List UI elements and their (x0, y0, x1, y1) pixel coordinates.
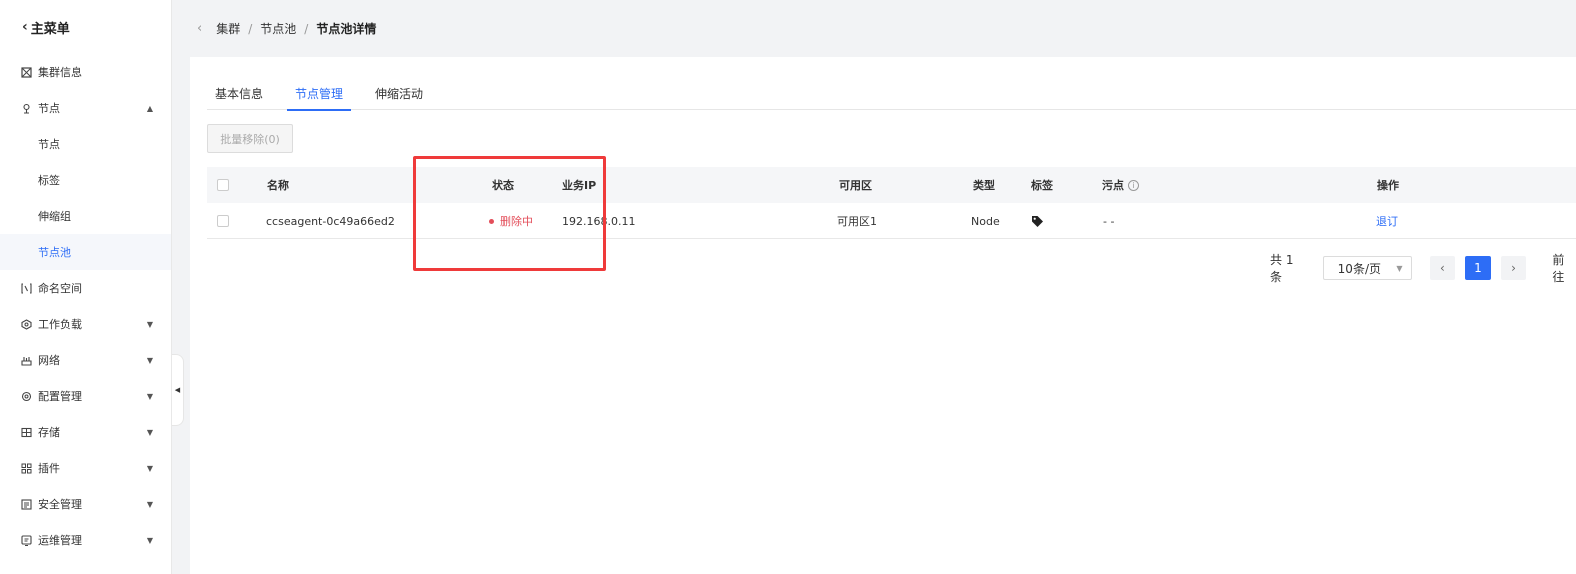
node-taints: - - (1103, 214, 1115, 228)
sidebar-item-label: 网络 (38, 354, 60, 367)
sidebar-subitem-nodes[interactable]: 节点 (0, 126, 171, 162)
unsubscribe-link[interactable]: 退订 (1376, 203, 1398, 239)
node-icon (20, 102, 32, 114)
sidebar-item-label: 安全管理 (38, 498, 82, 511)
row-checkbox[interactable] (217, 215, 229, 227)
chevron-up-icon: ▲ (146, 103, 153, 113)
network-icon (20, 354, 32, 366)
sidebar-item-label: 插件 (38, 462, 60, 475)
tab-scaling-activity[interactable]: 伸缩活动 (367, 79, 431, 110)
sidebar-item-network[interactable]: 网络 ▼ (0, 342, 171, 378)
sidebar-item-label: 工作负载 (38, 318, 82, 331)
security-icon (20, 498, 32, 510)
sidebar-item-label: 命名空间 (38, 282, 82, 295)
back-arrow-icon[interactable]: ‹ (197, 21, 202, 36)
status-dot-icon (489, 218, 494, 224)
chevron-left-icon: ‹ (1439, 261, 1445, 275)
breadcrumb-cluster[interactable]: 集群 (216, 20, 240, 37)
info-icon[interactable]: i (1128, 179, 1139, 191)
status-text: 删除中 (500, 215, 533, 228)
chevron-down-icon: ▼ (146, 427, 153, 437)
chevron-down-icon: ▼ (146, 535, 153, 545)
sidebar: ‹ 主菜单 集群信息 节点 ▲ 节点 标签 伸缩组 节点池 命名空间 工作负载 … (0, 0, 172, 574)
header-zone: 可用区 (839, 179, 872, 192)
main-panel: 基本信息 节点管理 伸缩活动 批量移除(0) 名称 状态 业务IP 可用区 类型… (190, 57, 1576, 574)
sidebar-item-label: 存储 (38, 426, 60, 439)
breadcrumb-node-pool[interactable]: 节点池 (260, 20, 296, 37)
chevron-right-icon: › (1511, 261, 1516, 275)
pagination-total: 共 1 条 (1270, 253, 1294, 284)
tab-node-management[interactable]: 节点管理 (287, 79, 352, 111)
caret-left-icon: ◀ (174, 386, 181, 394)
plugin-icon (20, 462, 32, 474)
main-menu-back[interactable]: ‹ 主菜单 (0, 0, 171, 54)
breadcrumb-separator: / (304, 21, 309, 36)
select-all-checkbox[interactable] (217, 179, 229, 191)
cluster-icon (20, 66, 32, 78)
sidebar-item-cluster-info[interactable]: 集群信息 (0, 54, 171, 90)
table-row: ccseagent-0c49a66ed2 删除中 192.168.0.11 可用… (207, 203, 1576, 239)
breadcrumb: ‹ 集群 / 节点池 / 节点池详情 (173, 0, 1576, 57)
sidebar-item-storage[interactable]: 存储 ▼ (0, 414, 171, 450)
sidebar-subitem-labels[interactable]: 标签 (0, 162, 171, 198)
page-number-button[interactable]: 1 (1465, 256, 1491, 280)
header-taints: 污点 (1102, 179, 1124, 192)
sidebar-item-nodes[interactable]: 节点 ▲ (0, 90, 171, 126)
next-page-button[interactable]: › (1500, 256, 1527, 280)
breadcrumb-separator: / (248, 21, 253, 36)
sidebar-item-label: 集群信息 (38, 66, 82, 79)
pagination: 共 1 条 10条/页 ▼ ‹ 1 › 前往 (1270, 253, 1576, 284)
page-size-value: 10条/页 (1337, 261, 1381, 276)
prev-page-button[interactable]: ‹ (1429, 256, 1456, 280)
breadcrumb-current: 节点池详情 (316, 22, 377, 36)
chevron-down-icon: ▼ (146, 391, 153, 401)
sidebar-subitem-scaling-groups[interactable]: 伸缩组 (0, 198, 171, 234)
chevron-down-icon: ▼ (146, 463, 153, 473)
workload-icon (20, 318, 32, 330)
status-badge: 删除中 (489, 203, 533, 239)
sidebar-item-plugins[interactable]: 插件 ▼ (0, 450, 171, 486)
sidebar-item-label: 节点 (38, 102, 60, 115)
header-actions: 操作 (1377, 179, 1399, 192)
ops-icon (20, 534, 32, 546)
chevron-down-icon: ▼ (146, 355, 153, 365)
header-name: 名称 (267, 179, 289, 192)
node-table: 名称 状态 业务IP 可用区 类型 标签 污点 i 操作 ccseagent-0… (207, 167, 1576, 239)
node-ip: 192.168.0.11 (562, 214, 636, 228)
sidebar-item-workloads[interactable]: 工作负载 ▼ (0, 306, 171, 342)
header-labels: 标签 (1031, 179, 1053, 192)
sidebar-item-security[interactable]: 安全管理 ▼ (0, 486, 171, 522)
table-header: 名称 状态 业务IP 可用区 类型 标签 污点 i 操作 (207, 167, 1576, 203)
header-ip: 业务IP (562, 179, 597, 192)
tag-icon[interactable] (1031, 203, 1044, 239)
namespace-icon (20, 282, 32, 294)
sidebar-item-namespaces[interactable]: 命名空间 (0, 270, 171, 306)
chevron-left-icon: ‹ (22, 19, 28, 35)
node-name: ccseagent-0c49a66ed2 (266, 214, 395, 228)
chevron-down-icon: ▼ (1396, 263, 1403, 273)
batch-remove-button[interactable]: 批量移除(0) (207, 124, 293, 153)
main-menu-label: 主菜单 (30, 21, 70, 37)
node-type: Node (971, 214, 1000, 228)
chevron-down-icon: ▼ (146, 319, 153, 329)
storage-icon (20, 426, 32, 438)
sidebar-item-ops[interactable]: 运维管理 ▼ (0, 522, 171, 558)
tab-basic-info[interactable]: 基本信息 (207, 79, 271, 110)
chevron-down-icon: ▼ (146, 499, 153, 509)
sidebar-item-label: 运维管理 (38, 534, 82, 547)
node-zone: 可用区1 (837, 215, 877, 228)
tab-bar: 基本信息 节点管理 伸缩活动 (207, 79, 1576, 111)
page-size-select[interactable]: 10条/页 ▼ (1322, 256, 1412, 280)
sidebar-subitem-node-pools[interactable]: 节点池 (0, 234, 171, 270)
sidebar-collapse-toggle[interactable]: ◀ (172, 354, 184, 426)
goto-label: 前往 (1552, 253, 1565, 284)
sidebar-item-label: 配置管理 (38, 390, 82, 403)
config-icon (20, 390, 32, 402)
header-type: 类型 (973, 179, 995, 192)
header-status: 状态 (492, 179, 514, 192)
sidebar-item-config[interactable]: 配置管理 ▼ (0, 378, 171, 414)
